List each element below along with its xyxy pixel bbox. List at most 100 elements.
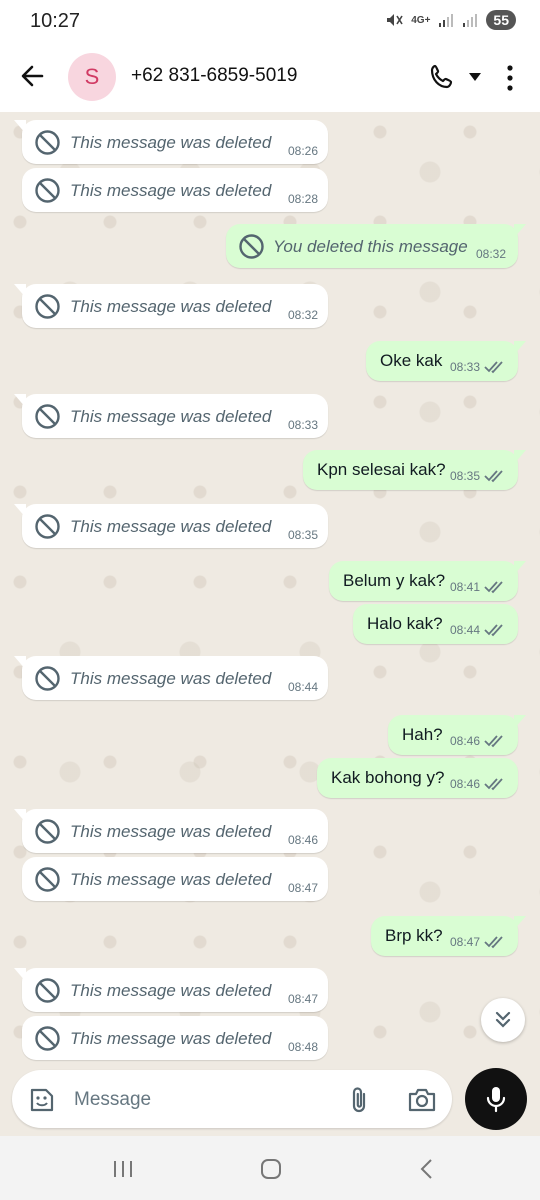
avatar[interactable]: S [68, 53, 116, 101]
double-chevron-down-icon [495, 1011, 511, 1028]
deleted-message-text: This message was deleted [70, 822, 272, 841]
system-nav-bar [0, 1136, 540, 1200]
message-time: 08:33 [287, 418, 318, 432]
sticker-icon[interactable] [28, 1086, 56, 1114]
message-time: 08:46 [287, 833, 318, 847]
message-bubble-outgoing[interactable]: Halo kak? 08:44 [353, 604, 518, 644]
block-icon [35, 1026, 60, 1051]
deleted-message-text: This message was deleted [70, 517, 272, 536]
arrow-left-icon[interactable] [18, 62, 46, 90]
bubble-tail [14, 284, 26, 298]
double-check-icon [484, 361, 503, 374]
message-time: 08:33 [449, 360, 480, 374]
message-bubble-outgoing[interactable]: Brp kk? 08:47 [371, 916, 526, 956]
message-composer [12, 1070, 452, 1128]
message-text: Brp kk? [385, 926, 443, 945]
message-time: 08:35 [287, 528, 318, 542]
double-check-icon [484, 470, 503, 483]
signal-icon [439, 14, 454, 27]
message-bubble-incoming[interactable]: This message was deleted 08:47 [14, 968, 328, 1012]
message-bubble-incoming[interactable]: This message was deleted 08:46 [14, 809, 328, 853]
more-vert-icon[interactable] [505, 64, 515, 92]
message-time: 08:47 [449, 935, 480, 949]
block-icon [35, 867, 60, 892]
voice-record-button[interactable] [465, 1068, 527, 1130]
contact-name[interactable]: +62 831-6859-5019 [131, 65, 297, 87]
bubble-tail [514, 450, 526, 464]
message-bubble-incoming[interactable]: This message was deleted 08:28 [22, 168, 328, 212]
scroll-to-bottom-button[interactable] [481, 998, 525, 1042]
deleted-message-text: This message was deleted [70, 1029, 272, 1048]
paperclip-icon[interactable] [348, 1086, 370, 1114]
message-time: 08:44 [449, 623, 480, 637]
message-text: Kpn selesai kak? [317, 460, 446, 479]
message-text: Kak bohong y? [331, 768, 445, 787]
message-time: 08:41 [449, 580, 480, 594]
message-bubble-outgoing[interactable]: Belum y kak? 08:41 [329, 561, 526, 601]
block-icon [35, 404, 60, 429]
nav-back-icon[interactable] [416, 1158, 438, 1180]
message-bubble-outgoing[interactable]: Kak bohong y? 08:46 [317, 758, 518, 798]
bubble-tail [514, 715, 526, 729]
bubble-tail [14, 504, 26, 518]
double-check-icon [484, 581, 503, 594]
status-bar: 10:27 4G+ 55 [0, 0, 540, 42]
message-input[interactable] [72, 1084, 326, 1116]
bubble-tail [14, 656, 26, 670]
message-bubble-incoming[interactable]: This message was deleted 08:33 [14, 394, 328, 438]
bubble-tail [14, 120, 26, 134]
deleted-message-text: This message was deleted [70, 407, 272, 426]
message-bubble-outgoing[interactable]: Hah? 08:46 [388, 715, 526, 755]
status-icons: 4G+ 55 [385, 10, 516, 30]
message-bubble-outgoing[interactable]: Kpn selesai kak? 08:35 [303, 450, 526, 490]
block-icon [35, 666, 60, 691]
deleted-message-text: This message was deleted [70, 870, 272, 889]
message-text: Oke kak [380, 351, 443, 370]
message-bubble-incoming[interactable]: This message was deleted 08:32 [14, 284, 328, 328]
home-icon[interactable] [260, 1158, 282, 1180]
block-icon [35, 294, 60, 319]
message-bubble-incoming[interactable]: This message was deleted 08:48 [22, 1016, 328, 1060]
bubble-tail [514, 341, 526, 355]
status-time: 10:27 [30, 10, 81, 32]
message-bubble-incoming[interactable]: This message was deleted 08:26 [14, 120, 328, 164]
phone-icon[interactable] [428, 63, 456, 91]
chevron-down-icon[interactable] [468, 72, 482, 82]
double-check-icon [484, 936, 503, 949]
message-time: 08:32 [287, 308, 318, 322]
deleted-message-text: This message was deleted [70, 133, 272, 152]
message-bubble-incoming[interactable]: This message was deleted 08:44 [14, 656, 328, 700]
message-bubble-incoming[interactable]: This message was deleted 08:47 [22, 857, 328, 901]
bubble-tail [14, 809, 26, 823]
chat-header: S +62 831-6859-5019 [0, 42, 540, 112]
message-bubble-outgoing[interactable]: Oke kak 08:33 [366, 341, 526, 381]
message-time: 08:46 [449, 777, 480, 791]
message-time: 08:28 [287, 192, 318, 206]
network-label: 4G+ [411, 14, 431, 26]
double-check-icon [484, 778, 503, 791]
signal-icon [463, 14, 478, 27]
block-icon [35, 178, 60, 203]
message-time: 08:47 [287, 881, 318, 895]
double-check-icon [484, 735, 503, 748]
deleted-message-text: This message was deleted [70, 181, 272, 200]
recent-apps-icon[interactable] [112, 1158, 134, 1180]
block-icon [239, 234, 264, 259]
battery-level: 55 [486, 10, 516, 30]
deleted-message-text: You deleted this message [273, 237, 468, 256]
camera-icon[interactable] [407, 1086, 437, 1114]
block-icon [35, 819, 60, 844]
message-time: 08:48 [287, 1040, 318, 1054]
deleted-message-text: This message was deleted [70, 297, 272, 316]
message-text: Halo kak? [367, 614, 443, 633]
message-bubble-incoming[interactable]: This message was deleted 08:35 [14, 504, 328, 548]
message-bubble-outgoing[interactable]: You deleted this message 08:32 [226, 224, 526, 268]
chat-messages[interactable]: This message was deleted 08:26 This mess… [0, 112, 540, 1070]
deleted-message-text: This message was deleted [70, 669, 272, 688]
bubble-tail [14, 968, 26, 982]
message-time: 08:44 [287, 680, 318, 694]
bubble-tail [514, 561, 526, 575]
message-time: 08:47 [287, 992, 318, 1006]
message-time: 08:32 [475, 247, 506, 261]
block-icon [35, 978, 60, 1003]
